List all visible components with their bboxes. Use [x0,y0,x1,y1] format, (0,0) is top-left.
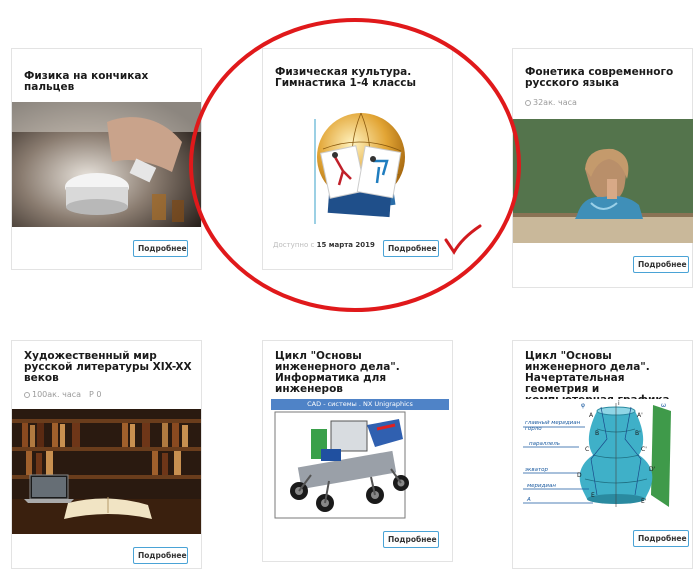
course-card[interactable]: Цикл "Основы инженерного дела". Информат… [262,340,453,562]
details-button[interactable]: Подробнее [133,547,188,564]
hours-value[interactable]: 100ак. часа [32,390,81,399]
course-title[interactable]: Физическая культура. Гимнастика 1-4 клас… [275,67,444,89]
diagram-label[interactable]: параллель [529,441,560,447]
course-title[interactable]: Физика на кончиках пальцев [24,71,193,93]
course-image[interactable] [12,409,201,534]
details-button[interactable]: Подробнее [633,530,689,547]
clock-icon[interactable] [525,100,531,106]
diagram-label[interactable]: меридиан [527,483,556,489]
diagram-label[interactable]: B' [635,430,641,437]
course-title[interactable]: Цикл "Основы инженерного дела". Информат… [275,351,444,395]
course-image[interactable] [303,109,413,224]
availability-date[interactable]: Доступно с 15 марта 2019 [273,241,375,249]
course-image[interactable]: главный меридиан горло параллель экватор… [523,399,691,511]
diagram-label[interactable]: C' [641,446,647,453]
course-duration[interactable]: 100ак. часа Р 0 [24,390,102,399]
details-button[interactable]: Подробнее [133,240,188,257]
date-value[interactable]: 15 марта 2019 [317,241,375,249]
diagram-label[interactable]: C [585,446,589,453]
hours-value[interactable]: 32ак. часа [533,98,577,107]
course-title[interactable]: Цикл "Основы инженерного дела". Начертат… [525,351,684,406]
details-button[interactable]: Подробнее [383,240,439,257]
course-card[interactable]: Физика на кончиках пальцев Подробнее [11,48,202,270]
details-button[interactable]: Подробнее [633,256,689,273]
diagram-label[interactable]: B [595,430,599,437]
clock-icon[interactable] [24,392,30,398]
course-image[interactable]: CAD - системы . NX Unigraphics [271,399,449,521]
diagram-label[interactable]: ω [661,402,666,409]
course-image[interactable] [12,102,201,227]
course-card[interactable]: Художественный мир русской литературы XI… [11,340,202,569]
points-value[interactable]: Р 0 [89,390,101,399]
diagram-label[interactable]: E' [641,498,647,505]
course-card[interactable]: Физическая культура. Гимнастика 1-4 клас… [262,48,453,270]
date-prefix[interactable]: Доступно с [273,241,314,249]
diagram-label[interactable]: φ [581,402,585,409]
course-card[interactable]: Фонетика современного русского языка 32а… [512,48,693,288]
course-duration[interactable]: 32ак. часа [525,98,577,107]
course-title[interactable]: Фонетика современного русского языка [525,67,684,89]
course-image[interactable] [513,119,693,243]
course-title[interactable]: Художественный мир русской литературы XI… [24,351,193,384]
diagram-label[interactable]: D [577,472,582,479]
diagram-label[interactable]: A' [637,412,643,419]
course-card[interactable]: Цикл "Основы инженерного дела". Начертат… [512,340,693,569]
diagram-label[interactable]: D' [649,466,656,473]
diagram-label[interactable]: E [591,492,595,499]
diagram-label[interactable]: горло [525,426,542,432]
diagram-label[interactable]: экватор [525,467,549,473]
details-button[interactable]: Подробнее [383,531,439,548]
diagram-label[interactable]: A [526,497,531,503]
